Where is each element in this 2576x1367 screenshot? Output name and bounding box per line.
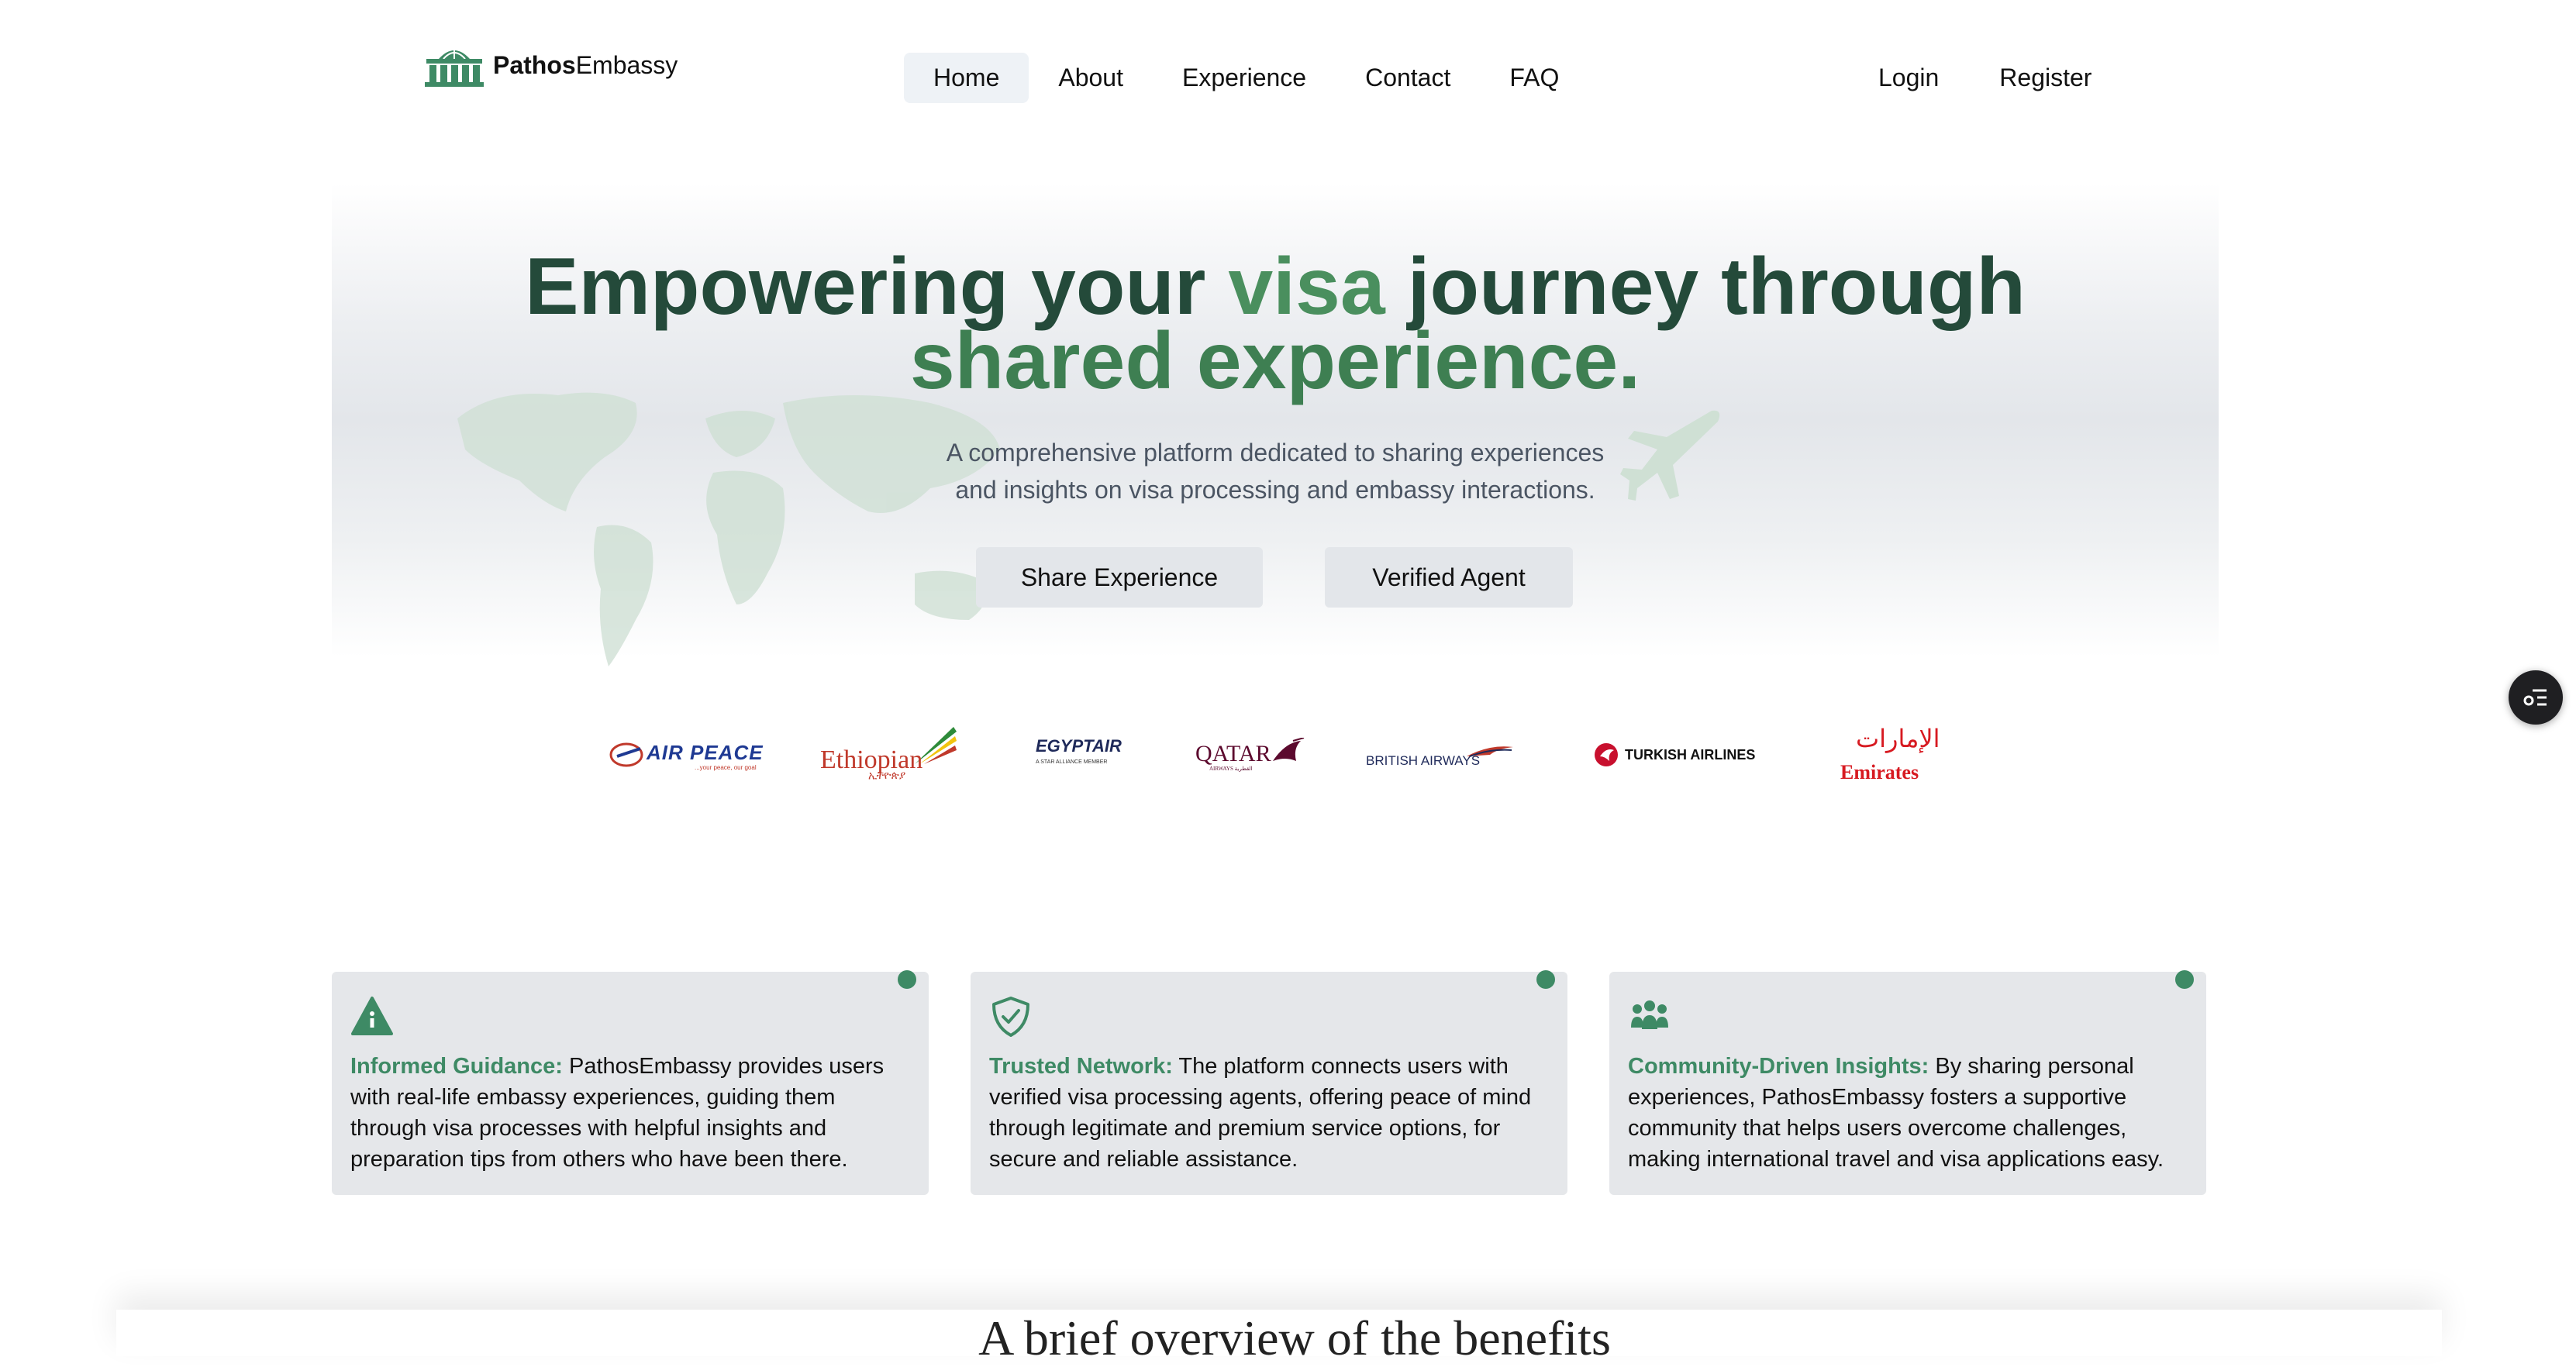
feature-card-trusted-network: Trusted Network: The platform connects u…	[971, 970, 1567, 1195]
qatar-airways-logo: QATAR AIRWAYS القطرية	[1195, 738, 1305, 773]
emirates-logo: الإمارات Emirates	[1840, 725, 1940, 783]
verified-agent-button[interactable]: Verified Agent	[1325, 547, 1573, 608]
world-map-illustration	[457, 392, 1000, 666]
feature-card-community-insights: Community-Driven Insights: By sharing pe…	[1609, 970, 2206, 1195]
feature-text: Informed Guidance: PathosEmbassy provide…	[350, 1054, 885, 1172]
oryx-icon	[1273, 738, 1305, 761]
brand-logo[interactable]: PathosEmbassy	[423, 40, 678, 90]
people-group-icon	[1631, 1000, 1668, 1029]
nav-faq[interactable]: FAQ	[1480, 53, 1588, 103]
card-status-dot	[898, 970, 916, 989]
air-peace-logo: AIR PEACE ...your peace, our goal	[609, 738, 769, 772]
turkish-airlines-logo: TURKISH AIRLINES	[1594, 742, 1757, 769]
nav-about[interactable]: About	[1029, 53, 1153, 103]
embassy-building-icon	[425, 46, 484, 87]
feature-card-informed-guidance: Informed Guidance: PathosEmbassy provide…	[332, 970, 929, 1195]
hero-subtitle: A comprehensive platform dedicated to sh…	[946, 439, 1605, 504]
feature-text: Trusted Network: The platform connects u…	[989, 1054, 1532, 1172]
nav-home[interactable]: Home	[904, 53, 1029, 103]
speedmarque-icon	[1467, 746, 1513, 757]
register-link[interactable]: Register	[1969, 53, 2122, 103]
egyptair-logo: EGYPTAIR A STAR ALLIANCE MEMBER	[1036, 736, 1122, 765]
card-status-dot	[2175, 970, 2194, 989]
share-experience-button[interactable]: Share Experience	[976, 547, 1263, 608]
air-peace-emblem-icon	[609, 742, 643, 767]
main-nav: Home About Experience Contact FAQ	[904, 53, 1588, 103]
list-settings-icon	[2523, 689, 2547, 706]
login-link[interactable]: Login	[1848, 53, 1969, 103]
card-status-dot	[1536, 970, 1555, 989]
ethiopian-logo: Ethiopian ኢትዮጵያ	[820, 725, 960, 784]
brand-name: PathosEmbassy	[493, 50, 678, 79]
turkish-bird-icon	[1595, 743, 1618, 766]
floating-menu-button[interactable]	[2509, 670, 2563, 725]
feature-text: Community-Driven Insights: By sharing pe…	[1628, 1054, 2164, 1172]
nav-experience[interactable]: Experience	[1153, 53, 1336, 103]
nav-contact[interactable]: Contact	[1336, 53, 1480, 103]
british-airways-logo: BRITISH AIRWAYS	[1366, 742, 1513, 773]
benefits-title: A brief overview of the benefits	[978, 1310, 1611, 1365]
shield-check-icon	[992, 997, 1029, 1037]
hero-title: Empowering your visa journey through sha…	[525, 242, 2026, 406]
auth-links: Login Register	[1848, 53, 2122, 103]
info-triangle-icon	[351, 997, 393, 1035]
